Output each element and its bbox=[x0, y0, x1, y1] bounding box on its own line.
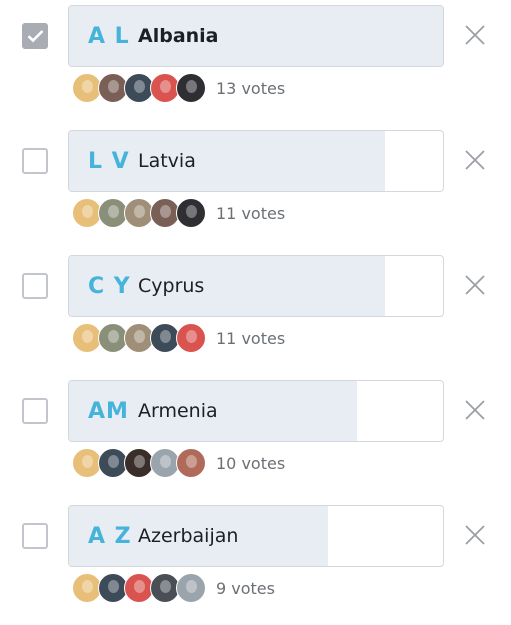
country-code: A Z bbox=[88, 523, 132, 549]
vote-count[interactable]: 10 votes bbox=[216, 454, 285, 473]
voters-row[interactable]: 9 votes bbox=[72, 572, 275, 604]
voter-avatar[interactable] bbox=[176, 448, 206, 478]
option-bar[interactable]: A L Albania bbox=[68, 5, 444, 67]
option-checkbox[interactable] bbox=[22, 23, 48, 49]
vote-count[interactable]: 13 votes bbox=[216, 79, 285, 98]
option-bar[interactable]: L V Latvia bbox=[68, 130, 444, 192]
country-name: Latvia bbox=[138, 150, 196, 172]
country-code: C Y bbox=[88, 273, 131, 299]
option-checkbox[interactable] bbox=[22, 398, 48, 424]
country-name: Cyprus bbox=[138, 275, 205, 297]
option-checkbox[interactable] bbox=[22, 523, 48, 549]
poll-options-list: A L Albania 13 votes L V Latvia 11 votes… bbox=[0, 0, 511, 622]
voter-avatar[interactable] bbox=[176, 323, 206, 353]
poll-option-armenia: AM Armenia 10 votes bbox=[0, 375, 511, 500]
voters-row[interactable]: 10 votes bbox=[72, 447, 285, 479]
option-bar[interactable]: A Z Azerbaijan bbox=[68, 505, 444, 567]
option-bar[interactable]: C Y Cyprus bbox=[68, 255, 444, 317]
poll-option-albania: A L Albania 13 votes bbox=[0, 0, 511, 125]
voters-row[interactable]: 11 votes bbox=[72, 197, 285, 229]
voter-avatar[interactable] bbox=[176, 573, 206, 603]
voters-row[interactable]: 11 votes bbox=[72, 322, 285, 354]
poll-option-azerbaijan: A Z Azerbaijan 9 votes bbox=[0, 500, 511, 625]
close-icon[interactable] bbox=[463, 523, 487, 547]
close-icon[interactable] bbox=[463, 398, 487, 422]
country-code: L V bbox=[88, 148, 130, 174]
check-icon bbox=[27, 30, 44, 43]
country-name: Albania bbox=[138, 25, 219, 47]
voters-row[interactable]: 13 votes bbox=[72, 72, 285, 104]
close-icon[interactable] bbox=[463, 23, 487, 47]
voter-avatar[interactable] bbox=[176, 198, 206, 228]
close-icon[interactable] bbox=[463, 148, 487, 172]
country-code: A L bbox=[88, 23, 130, 49]
vote-count[interactable]: 11 votes bbox=[216, 204, 285, 223]
voter-avatar[interactable] bbox=[176, 73, 206, 103]
poll-option-latvia: L V Latvia 11 votes bbox=[0, 125, 511, 250]
country-name: Armenia bbox=[138, 400, 218, 422]
option-bar[interactable]: AM Armenia bbox=[68, 380, 444, 442]
vote-count[interactable]: 11 votes bbox=[216, 329, 285, 348]
close-icon[interactable] bbox=[463, 273, 487, 297]
option-checkbox[interactable] bbox=[22, 148, 48, 174]
option-checkbox[interactable] bbox=[22, 273, 48, 299]
country-name: Azerbaijan bbox=[138, 525, 239, 547]
poll-option-cyprus: C Y Cyprus 11 votes bbox=[0, 250, 511, 375]
country-code: AM bbox=[88, 398, 129, 424]
vote-count[interactable]: 9 votes bbox=[216, 579, 275, 598]
